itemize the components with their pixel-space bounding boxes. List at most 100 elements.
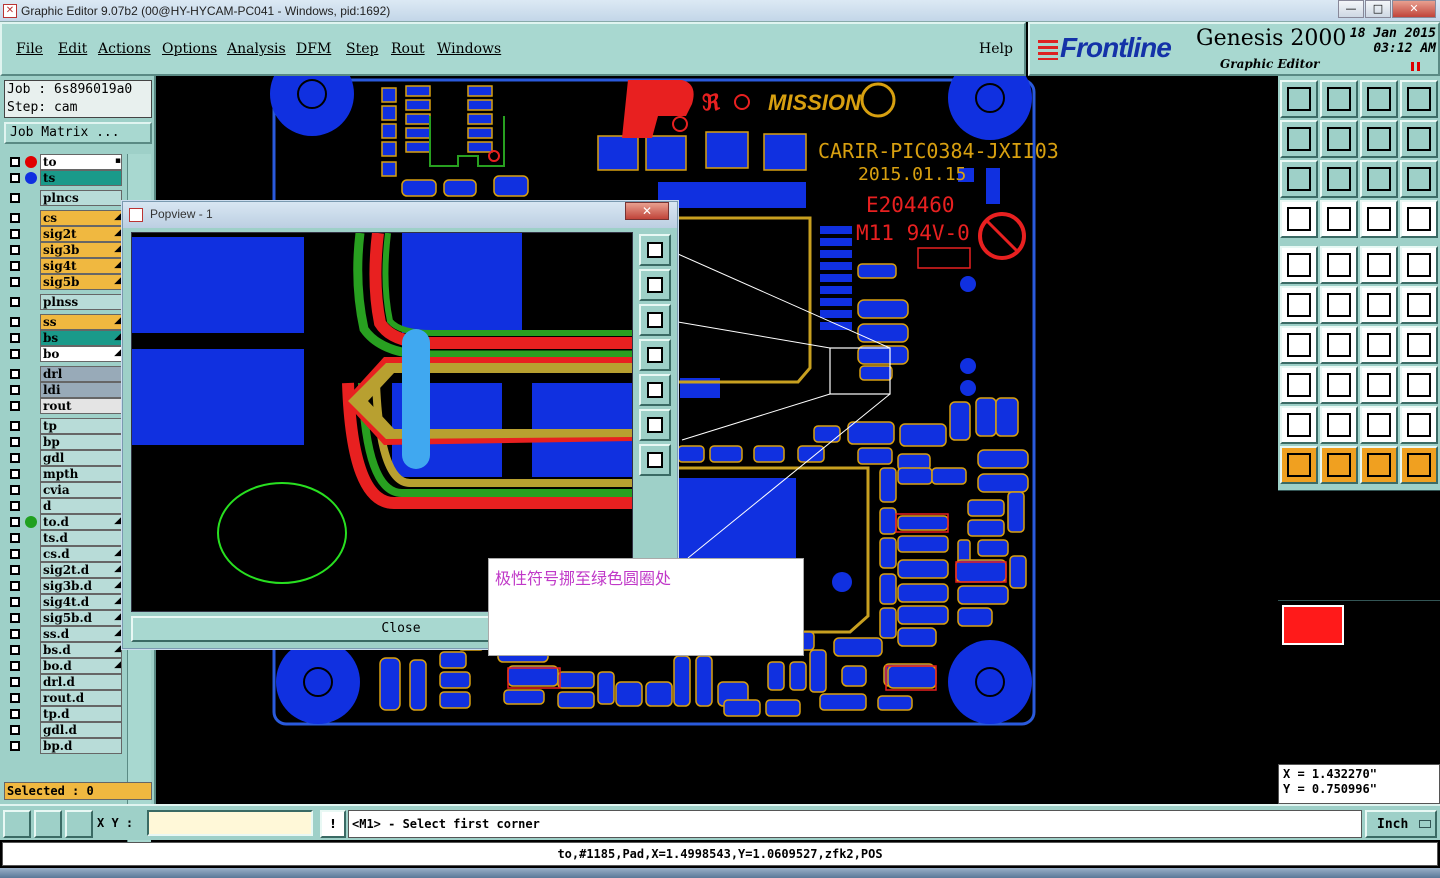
- maximize-button[interactable]: □: [1365, 0, 1391, 18]
- triangle-icon[interactable]: [1280, 406, 1318, 444]
- popview-right-icon[interactable]: [639, 374, 671, 406]
- layer-name[interactable]: rout.d: [40, 690, 122, 706]
- layer-name[interactable]: bs.d: [40, 642, 122, 658]
- layer-checkbox[interactable]: [10, 501, 20, 511]
- flip-icon[interactable]: [1400, 326, 1438, 364]
- layer-checkbox[interactable]: [10, 565, 20, 575]
- select-box-icon[interactable]: [1320, 446, 1358, 484]
- grid-icon[interactable]: [1320, 200, 1358, 238]
- measure-icon[interactable]: [1400, 120, 1438, 158]
- menu-step[interactable]: Step: [346, 41, 378, 57]
- layers-icon[interactable]: [1360, 200, 1398, 238]
- line-alt-icon[interactable]: [1400, 286, 1438, 324]
- layer-row-sig2t[interactable]: sig2t ◢: [4, 226, 126, 242]
- menu-dfm[interactable]: DFM: [296, 41, 331, 57]
- menu-help[interactable]: Help: [979, 41, 1013, 57]
- layer-name[interactable]: sig3b: [40, 242, 122, 258]
- layer-row-d[interactable]: d: [4, 498, 126, 514]
- layer-row-ss[interactable]: ss ◢: [4, 314, 126, 330]
- snap-icon[interactable]: [1280, 246, 1318, 284]
- layer-name[interactable]: drl: [40, 366, 122, 382]
- pause-icon[interactable]: [1411, 62, 1420, 71]
- connect-icon[interactable]: [1280, 286, 1318, 324]
- home-icon[interactable]: [1360, 80, 1398, 118]
- layer-name[interactable]: cvia: [40, 482, 122, 498]
- layer-name[interactable]: to.d: [40, 514, 122, 530]
- layer-checkbox[interactable]: [10, 213, 20, 223]
- layer-checkbox[interactable]: [10, 485, 20, 495]
- layer-name[interactable]: sig5b.d: [40, 610, 122, 626]
- layer-checkbox[interactable]: [10, 193, 20, 203]
- layer-name[interactable]: ts.d: [40, 530, 122, 546]
- layer-row-bs-d[interactable]: bs.d ◢: [4, 642, 126, 658]
- layer-name[interactable]: bo.d: [40, 658, 122, 674]
- layer-name[interactable]: bp.d: [40, 738, 122, 754]
- layer-checkbox[interactable]: [10, 677, 20, 687]
- layer-row-bp-d[interactable]: bp.d: [4, 738, 126, 754]
- ruler-icon[interactable]: [1360, 246, 1398, 284]
- xy-input[interactable]: [147, 810, 313, 836]
- layer-name[interactable]: tp.d: [40, 706, 122, 722]
- layer-name[interactable]: rout: [40, 398, 122, 414]
- layer-checkbox[interactable]: [10, 533, 20, 543]
- layer-checkbox[interactable]: [10, 297, 20, 307]
- layer-row-bo[interactable]: bo ◢: [4, 346, 126, 362]
- popview-up-icon[interactable]: [639, 269, 671, 301]
- layer-checkbox[interactable]: [10, 277, 20, 287]
- zoom-area-icon[interactable]: [3, 810, 31, 838]
- layer-name[interactable]: ss.d: [40, 626, 122, 642]
- layer-row-ts-d[interactable]: ts.d: [4, 530, 126, 546]
- job-matrix-button[interactable]: Job Matrix ...: [4, 122, 152, 144]
- popview-titlebar[interactable]: Popview - 1 ✕: [123, 202, 677, 228]
- angle-icon[interactable]: [1280, 326, 1318, 364]
- settings-icon[interactable]: [1280, 200, 1318, 238]
- layer-checkbox[interactable]: [10, 157, 20, 167]
- layer-name[interactable]: drl.d: [40, 674, 122, 690]
- layer-checkbox[interactable]: [10, 333, 20, 343]
- layer-name[interactable]: mpth: [40, 466, 122, 482]
- layer-row-ts[interactable]: ts: [4, 170, 126, 186]
- popview-zoom-icon[interactable]: [639, 409, 671, 441]
- layer-row-sig2t-d[interactable]: sig2t.d ◢: [4, 562, 126, 578]
- fit-all-icon[interactable]: [1280, 160, 1318, 198]
- layer-checkbox[interactable]: [10, 597, 20, 607]
- layer-checkbox[interactable]: [10, 709, 20, 719]
- current-color-swatch[interactable]: [1282, 605, 1344, 645]
- window-icon[interactable]: [1400, 80, 1438, 118]
- layer-checkbox[interactable]: [10, 629, 20, 639]
- help-icon[interactable]: [1400, 160, 1438, 198]
- layer-checkbox[interactable]: [10, 421, 20, 431]
- pan-right-icon[interactable]: [1320, 120, 1358, 158]
- triangle-alt-icon[interactable]: [1320, 406, 1358, 444]
- slash-icon[interactable]: [1320, 326, 1358, 364]
- layer-row-drl-d[interactable]: drl.d: [4, 674, 126, 690]
- layer-name[interactable]: sig5b: [40, 274, 122, 290]
- layer-row-mpth[interactable]: mpth: [4, 466, 126, 482]
- layer-name[interactable]: ldi: [40, 382, 122, 398]
- popview-close-x[interactable]: ✕: [625, 202, 669, 220]
- layer-checkbox[interactable]: [10, 453, 20, 463]
- layer-checkbox[interactable]: [10, 261, 20, 271]
- layer-row-bo-d[interactable]: bo.d ◢: [4, 658, 126, 674]
- fit-selection-icon[interactable]: [1320, 160, 1358, 198]
- select-circle-icon[interactable]: [1360, 446, 1398, 484]
- one-to-one-icon[interactable]: [1360, 160, 1398, 198]
- move-icon[interactable]: [1280, 366, 1318, 404]
- layer-row-sig3b[interactable]: sig3b ◢: [4, 242, 126, 258]
- layer-row-sig5b[interactable]: sig5b ◢: [4, 274, 126, 290]
- layer-checkbox[interactable]: [10, 613, 20, 623]
- layer-row-drl[interactable]: drl: [4, 366, 126, 382]
- cross-icon[interactable]: [1320, 286, 1358, 324]
- select-icon[interactable]: [1280, 446, 1318, 484]
- layer-row-tp-d[interactable]: tp.d: [4, 706, 126, 722]
- layer-row-cvia[interactable]: cvia: [4, 482, 126, 498]
- layer-name[interactable]: sig4t: [40, 258, 122, 274]
- group-icon[interactable]: [1400, 366, 1438, 404]
- layer-row-cs[interactable]: cs ◢: [4, 210, 126, 226]
- layer-checkbox[interactable]: [10, 469, 20, 479]
- layer-name[interactable]: bo: [40, 346, 122, 362]
- unit-selector[interactable]: Inch: [1365, 810, 1437, 838]
- pan-left-icon[interactable]: [1280, 120, 1318, 158]
- menu-file[interactable]: File: [16, 41, 43, 57]
- layer-name[interactable]: ts: [40, 170, 122, 186]
